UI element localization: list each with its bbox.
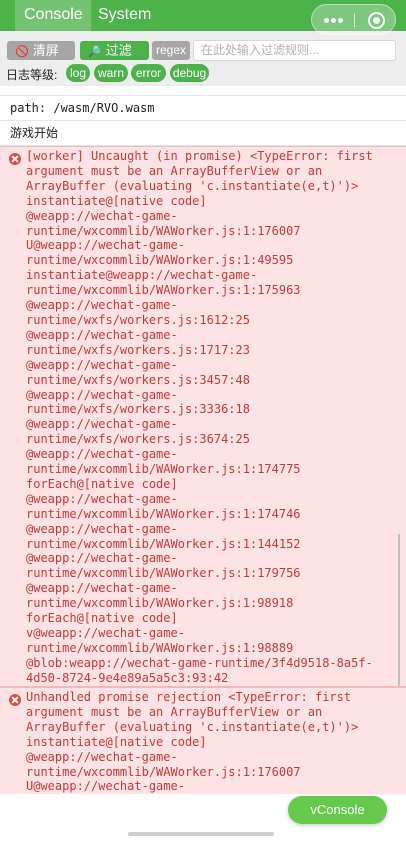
level-log[interactable]: log <box>66 64 90 82</box>
tab-system[interactable]: System <box>98 0 151 31</box>
regex-toggle[interactable]: regex <box>152 41 190 60</box>
level-debug[interactable]: debug <box>170 64 209 82</box>
error-icon <box>9 694 21 706</box>
error-icon <box>9 153 21 165</box>
no-entry-icon: 🚫 <box>15 46 29 58</box>
error-entry: Unhandled promise rejection <TypeError: … <box>0 687 406 794</box>
clipped-log-row <box>0 86 406 96</box>
filter-button[interactable]: 🔎 过滤 <box>80 41 149 60</box>
more-icon[interactable] <box>324 18 344 24</box>
log-entry: path: /wasm/RVO.wasm <box>0 97 406 121</box>
filter-label: 过滤 <box>105 43 132 58</box>
level-warn[interactable]: warn <box>94 64 128 82</box>
error-text: [worker] Uncaught (in promise) <TypeErro… <box>26 149 373 685</box>
mini-program-capsule <box>311 4 396 35</box>
capsule-divider <box>354 13 355 28</box>
log-level-label: 日志等级: <box>6 68 58 82</box>
log-level-bar: 日志等级: log warn error debug <box>0 63 406 85</box>
vconsole-button[interactable]: vConsole <box>288 796 387 824</box>
toolbar: 🚫 清屏 🔎 过滤 regex 在此处输入过滤规则... <box>0 38 406 62</box>
tab-console[interactable]: Console <box>15 0 91 31</box>
level-error[interactable]: error <box>131 64 166 82</box>
error-entry: [worker] Uncaught (in promise) <TypeErro… <box>0 146 406 687</box>
clear-button[interactable]: 🚫 清屏 <box>7 41 75 60</box>
log-entry: 游戏开始 <box>0 121 406 146</box>
clear-label: 清屏 <box>32 43 59 58</box>
log-list[interactable]: path: /wasm/RVO.wasm 游戏开始 [worker] Uncau… <box>0 86 406 794</box>
filter-input[interactable]: 在此处输入过滤规则... <box>193 40 396 61</box>
close-target-icon[interactable] <box>368 12 385 29</box>
scrollbar[interactable] <box>398 534 400 686</box>
error-text: Unhandled promise rejection <TypeError: … <box>26 690 359 794</box>
magnifier-icon: 🔎 <box>88 46 102 58</box>
home-indicator <box>128 832 274 836</box>
